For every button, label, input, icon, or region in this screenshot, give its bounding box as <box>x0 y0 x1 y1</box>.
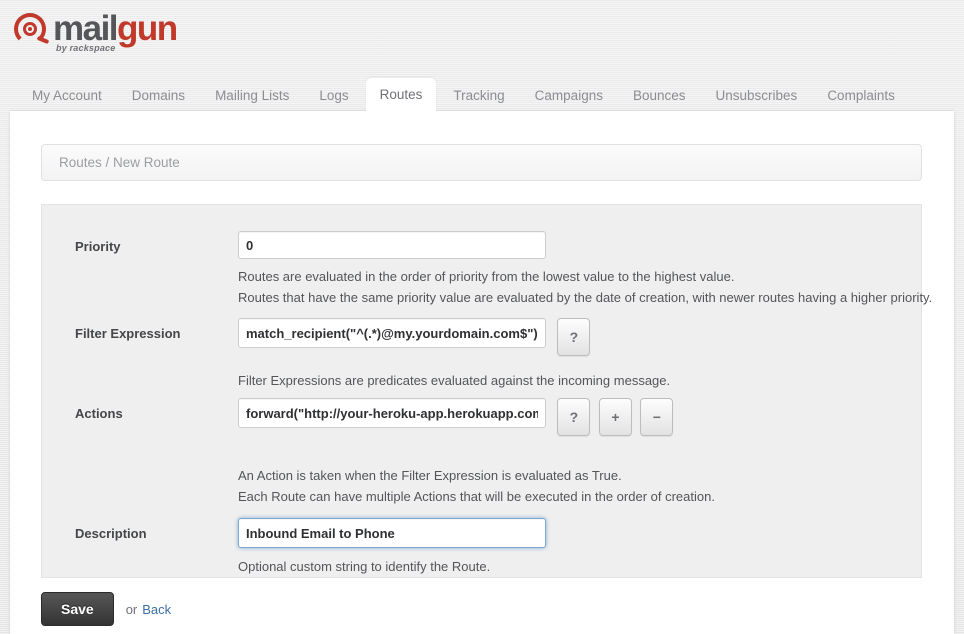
actions-help-line-1: An Action is taken when the Filter Expre… <box>238 468 622 483</box>
logo-wordmark: mailgun <box>53 8 178 48</box>
priority-input[interactable] <box>238 231 546 259</box>
breadcrumb-text: Routes / New Route <box>59 155 180 170</box>
at-symbol-icon <box>12 10 52 50</box>
tab-domains[interactable]: Domains <box>119 80 198 113</box>
filter-expression-help-line-1: Filter Expressions are predicates evalua… <box>238 373 671 388</box>
logo-word-gun: gun <box>117 8 178 48</box>
tab-tracking[interactable]: Tracking <box>440 80 517 113</box>
description-help-line-1: Optional custom string to identify the R… <box>238 559 491 574</box>
description-input[interactable] <box>238 518 546 548</box>
tab-unsubscribes[interactable]: Unsubscribes <box>703 80 811 113</box>
actions-add-button[interactable]: + <box>598 398 632 436</box>
main-navigation-tabs: My Account Domains Mailing Lists Logs Ro… <box>0 70 964 112</box>
actions-label: Actions <box>75 406 123 421</box>
priority-help-line-1: Routes are evaluated in the order of pri… <box>238 269 735 284</box>
content-card: Routes / New Route Priority Routes are e… <box>10 111 954 634</box>
filter-expression-help-button[interactable]: ? <box>557 318 591 356</box>
actions-help-button[interactable]: ? <box>557 398 591 436</box>
tab-logs[interactable]: Logs <box>306 80 361 113</box>
new-route-form-panel: Priority Routes are evaluated in the ord… <box>41 204 932 578</box>
logo-subtitle: by rackspace <box>56 43 116 53</box>
tab-routes[interactable]: Routes <box>365 77 437 112</box>
priority-help-line-2: Routes that have the same priority value… <box>238 290 933 305</box>
mailgun-logo[interactable]: mailgun by rackspace <box>12 6 178 54</box>
tab-mailing-lists[interactable]: Mailing Lists <box>202 80 302 113</box>
save-button[interactable]: Save <box>41 592 114 626</box>
tab-bounces[interactable]: Bounces <box>620 80 699 113</box>
filter-expression-input[interactable] <box>238 318 546 348</box>
tab-complaints[interactable]: Complaints <box>814 80 908 113</box>
back-link[interactable]: Back <box>142 602 171 617</box>
actions-help-line-2: Each Route can have multiple Actions tha… <box>238 489 715 504</box>
tab-campaigns[interactable]: Campaigns <box>522 80 616 113</box>
filter-expression-label: Filter Expression <box>75 326 181 341</box>
description-label: Description <box>75 526 147 541</box>
logo-word-mail: mail <box>53 8 119 48</box>
or-label: or <box>125 601 138 617</box>
tab-my-account[interactable]: My Account <box>19 80 115 113</box>
priority-label: Priority <box>75 239 121 254</box>
page-header: mailgun by rackspace <box>0 0 964 70</box>
breadcrumb: Routes / New Route <box>41 144 922 181</box>
actions-input[interactable] <box>238 398 546 428</box>
form-footer: Save or Back <box>41 592 171 626</box>
actions-remove-button[interactable]: − <box>640 398 674 436</box>
